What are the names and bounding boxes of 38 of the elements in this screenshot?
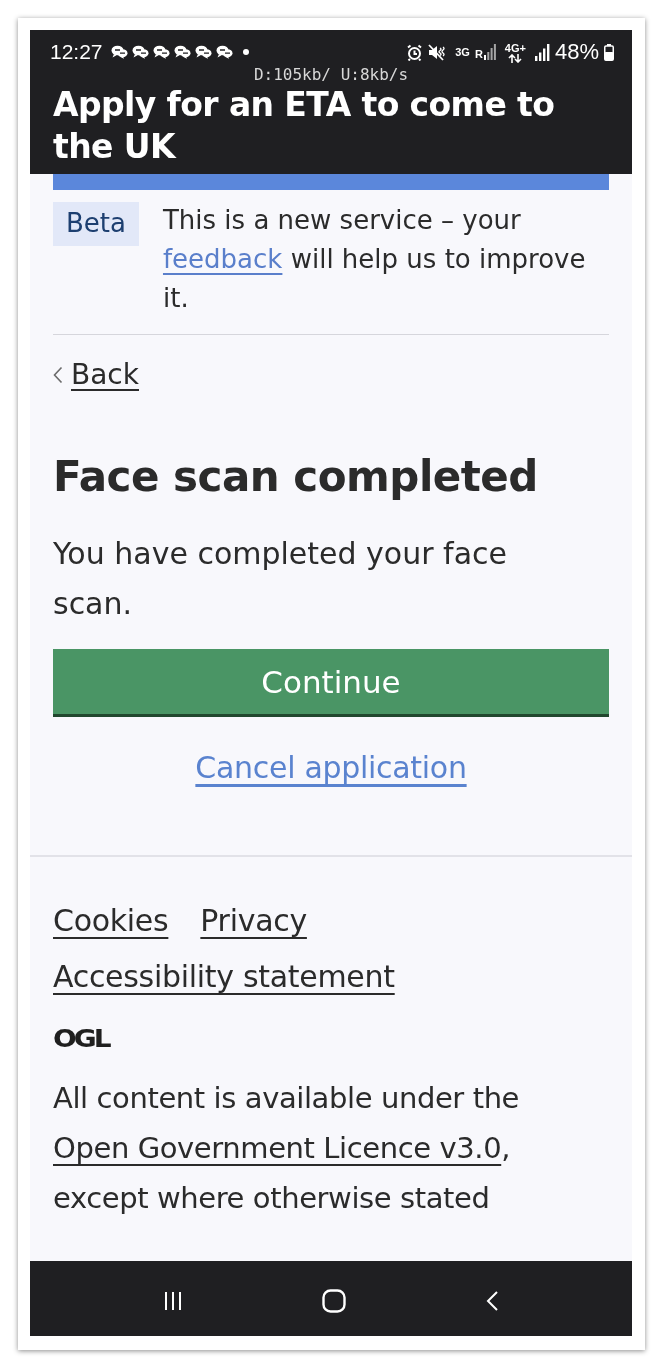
page-heading: Face scan completed [53,451,539,503]
battery-percentage: 48% [554,40,599,64]
chat-bubbles-icon [173,45,191,59]
chat-bubbles-icon [131,45,149,59]
signal-bars-icon [483,44,496,60]
chat-bubbles-icon [110,45,128,59]
chat-bubbles-icon [194,45,212,59]
footer-link[interactable]: Cookies [53,901,169,941]
continue-button[interactable]: Continue [53,649,609,717]
home-icon[interactable] [322,1288,346,1313]
network-speed: D:105kb/ U:8kb/s [253,66,409,84]
chat-bubbles-icon [152,45,170,59]
cancel-application-link[interactable]: Cancel application [195,749,467,787]
network-type-label: 4G+ [504,41,526,54]
feedback-link[interactable]: feedback [162,244,283,274]
dot-icon [242,49,249,55]
service-title: Apply for an ETA to come to the UK [53,84,556,168]
footer-link[interactable]: Privacy [200,901,307,941]
body-text: You have completed your face scan. [53,535,508,623]
recent-apps-icon[interactable] [164,1291,182,1310]
beta-banner-text: This is a new service – your feedback will help us to improve it. [162,204,587,315]
status-time: 12:27 [50,40,103,64]
roaming-label: R [474,48,483,60]
chat-bubbles-icon [215,45,233,59]
beta-tag: Beta [53,202,139,246]
back-link[interactable]: Back [53,357,139,393]
alarm-clock-icon [406,43,424,61]
licence-text: All content is available under the Open Government Licence v3.0, except where otherwise stated [53,1080,521,1217]
mute-icon [428,43,447,61]
signal-bars-icon [534,43,550,61]
footer-link[interactable]: Accessibility statement [53,957,395,997]
open-government-licence-link[interactable]: Open Government Licence v3.0 [53,1131,502,1165]
battery-icon [604,43,614,61]
back-icon[interactable] [486,1290,498,1311]
up-down-arrows-icon [508,53,523,63]
network-type-label: 3G [455,46,470,58]
licence-logo: OGL [53,1026,109,1052]
back-chevron-icon [53,366,63,384]
